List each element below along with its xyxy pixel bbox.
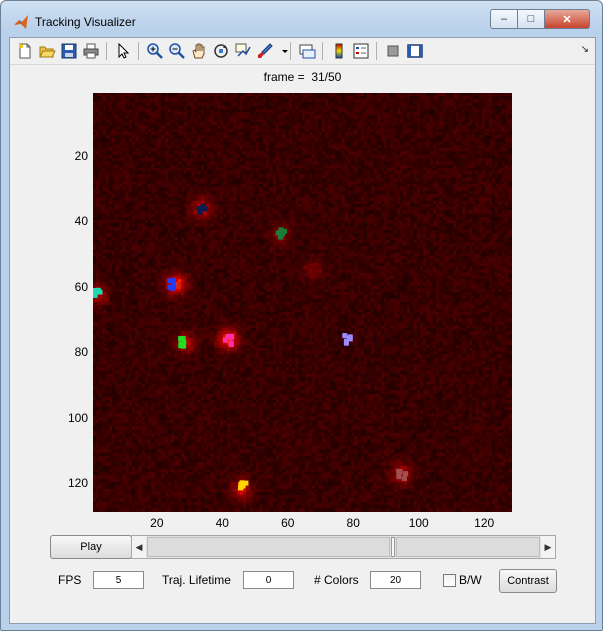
- play-label: Play: [80, 541, 102, 553]
- traj-lifetime-value: 0: [265, 574, 272, 586]
- x-tick-label: 120: [474, 516, 495, 530]
- slider-left-arrow-icon[interactable]: ◀: [132, 536, 146, 558]
- bw-checkbox[interactable]: [443, 574, 456, 587]
- x-tick-label: 100: [408, 516, 429, 530]
- y-tick-label: 80: [74, 345, 88, 360]
- bw-label: B/W: [459, 573, 482, 587]
- play-button[interactable]: Play: [50, 535, 132, 559]
- figure-client-area: ↘ frame = 31/50 20 40 60 80 100 120 20 40 60 80 1…: [9, 37, 596, 624]
- zoom-in-icon[interactable]: [146, 42, 164, 60]
- brush-dropdown-icon[interactable]: [276, 42, 288, 60]
- track-overlay: [93, 203, 408, 491]
- track-marker: [222, 333, 235, 348]
- brush-icon[interactable]: [256, 42, 274, 60]
- colors-field[interactable]: 20: [370, 571, 421, 589]
- show-plot-tools-icon[interactable]: [406, 42, 424, 60]
- track-marker: [396, 468, 408, 481]
- x-tick-label: 60: [281, 516, 295, 530]
- print-icon[interactable]: [82, 42, 100, 60]
- data-cursor-icon[interactable]: [234, 42, 252, 60]
- y-tick-label: 40: [74, 214, 88, 229]
- hide-plot-tools-icon[interactable]: [384, 42, 402, 60]
- matlab-logo-icon: [14, 15, 28, 29]
- slider-right-arrow-icon[interactable]: ▶: [541, 536, 555, 558]
- contrast-button[interactable]: Contrast: [499, 569, 557, 593]
- y-tick-label: 100: [67, 410, 88, 425]
- minimize-button[interactable]: –: [490, 9, 518, 29]
- x-tick-label: 20: [150, 516, 164, 530]
- contrast-label: Contrast: [507, 575, 549, 587]
- traj-lifetime-field[interactable]: 0: [243, 571, 294, 589]
- fps-value: 5: [115, 574, 122, 586]
- figure-canvas: frame = 31/50 20 40 60 80 100 120 20 40 60 80 100…: [10, 65, 595, 623]
- new-figure-icon[interactable]: [16, 42, 34, 60]
- maximize-button[interactable]: □: [518, 9, 545, 29]
- traj-lifetime-label: Traj. Lifetime: [162, 573, 231, 587]
- colors-label: # Colors: [314, 573, 359, 587]
- edit-plot-arrow-icon[interactable]: [114, 42, 132, 60]
- close-icon: ✕: [562, 13, 572, 26]
- insert-colorbar-icon[interactable]: [330, 42, 348, 60]
- y-tick-label: 60: [74, 279, 88, 294]
- track-marker: [275, 227, 288, 240]
- pan-hand-icon[interactable]: [190, 42, 208, 60]
- slider-track-left[interactable]: [147, 537, 390, 557]
- fps-label: FPS: [58, 573, 82, 587]
- dock-arrow-icon[interactable]: ↘: [581, 44, 589, 55]
- fps-field[interactable]: 5: [93, 571, 144, 589]
- link-plot-icon[interactable]: [298, 42, 316, 60]
- frame-label: frame = 31/50: [263, 70, 342, 84]
- insert-legend-icon[interactable]: [352, 42, 370, 60]
- maximize-icon: □: [527, 13, 535, 25]
- open-file-icon[interactable]: [38, 42, 56, 60]
- close-button[interactable]: ✕: [545, 9, 590, 29]
- toolbar-separator: [138, 42, 139, 60]
- minimize-icon: –: [500, 13, 508, 25]
- frame-slider[interactable]: ◀ ▶: [131, 535, 556, 559]
- track-marker: [238, 480, 249, 491]
- y-tick-label: 120: [67, 476, 88, 491]
- rotate-3d-icon[interactable]: [212, 42, 230, 60]
- track-marker: [342, 333, 353, 346]
- image-axes[interactable]: [93, 93, 512, 512]
- slider-track-right[interactable]: [396, 537, 540, 557]
- save-icon[interactable]: [60, 42, 78, 60]
- slider-thumb[interactable]: [391, 537, 395, 557]
- x-tick-label: 80: [346, 516, 360, 530]
- x-tick-label: 40: [215, 516, 229, 530]
- toolbar-separator: [322, 42, 323, 60]
- toolbar-separator: [290, 42, 291, 60]
- toolbar-separator: [376, 42, 377, 60]
- track-marker: [178, 336, 187, 349]
- colors-value: 20: [389, 574, 402, 586]
- figure-toolbar: ↘: [10, 38, 595, 65]
- track-marker: [167, 277, 177, 291]
- track-marker: [196, 203, 208, 215]
- toolbar-separator: [106, 42, 107, 60]
- title-bar[interactable]: Tracking Visualizer – □ ✕: [1, 1, 602, 37]
- app-window: Tracking Visualizer – □ ✕ ↘ frame = 31/5…: [0, 0, 603, 631]
- y-tick-label: 20: [74, 148, 88, 163]
- window-title: Tracking Visualizer: [35, 15, 136, 29]
- zoom-out-icon[interactable]: [168, 42, 186, 60]
- track-marker: [93, 287, 103, 298]
